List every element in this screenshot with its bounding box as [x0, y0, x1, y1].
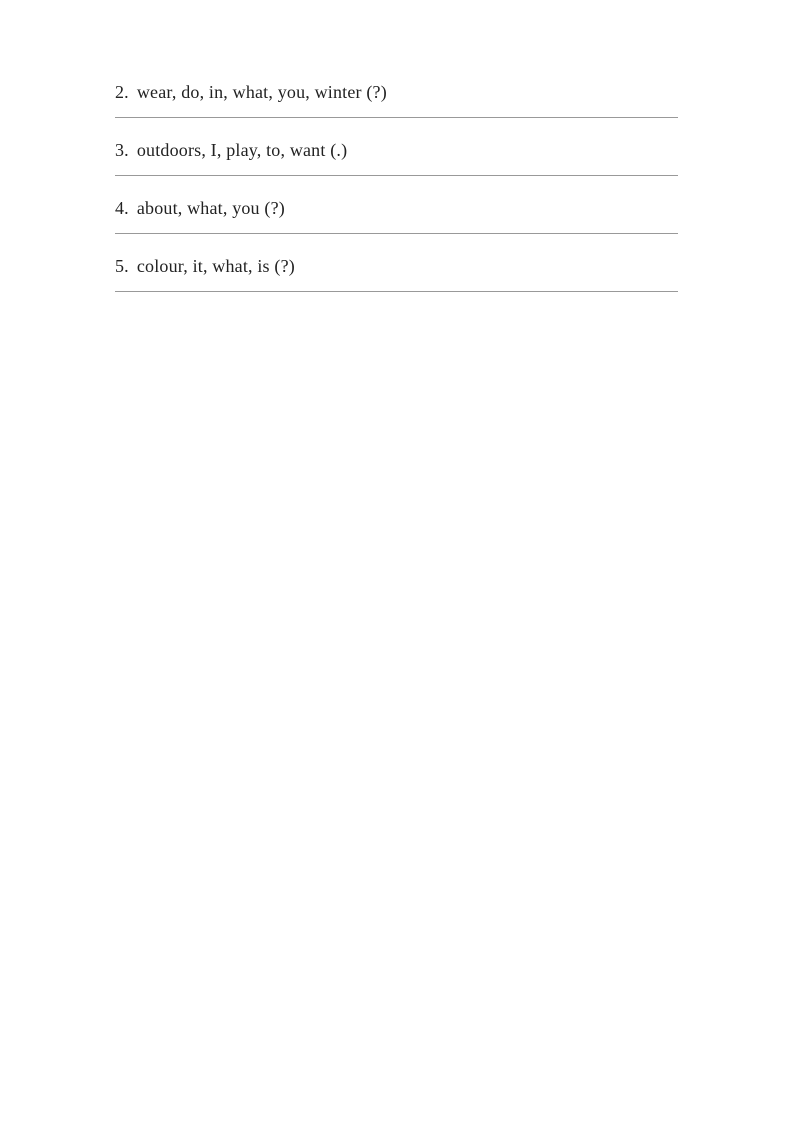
item-4-text: 4.	[115, 198, 129, 219]
item-5-content: colour, it, what, is (?)	[137, 256, 295, 277]
item-4-content: about, what, you (?)	[137, 198, 285, 219]
item-2-content: wear, do, in, what, you, winter (?)	[137, 82, 387, 103]
item-row-4: 4. about, what, you (?)	[115, 176, 678, 233]
divider-5	[115, 291, 678, 292]
exercise-item-5: 5. colour, it, what, is (?)	[115, 234, 678, 292]
item-5-text: 5.	[115, 256, 129, 277]
item-3-text: 3.	[115, 140, 129, 161]
item-row-2: 2. wear, do, in, what, you, winter (?)	[115, 60, 678, 117]
item-3-content: outdoors, I, play, to, want (.)	[137, 140, 347, 161]
exercise-item-2: 2. wear, do, in, what, you, winter (?)	[115, 60, 678, 118]
exercise-item-4: 4. about, what, you (?)	[115, 176, 678, 234]
item-2-text: 2.	[115, 82, 129, 103]
page: 2. wear, do, in, what, you, winter (?) 3…	[0, 0, 793, 1122]
exercise-item-3: 3. outdoors, I, play, to, want (.)	[115, 118, 678, 176]
item-row-3: 3. outdoors, I, play, to, want (.)	[115, 118, 678, 175]
item-row-5: 5. colour, it, what, is (?)	[115, 234, 678, 291]
exercise-list: 2. wear, do, in, what, you, winter (?) 3…	[115, 60, 678, 292]
